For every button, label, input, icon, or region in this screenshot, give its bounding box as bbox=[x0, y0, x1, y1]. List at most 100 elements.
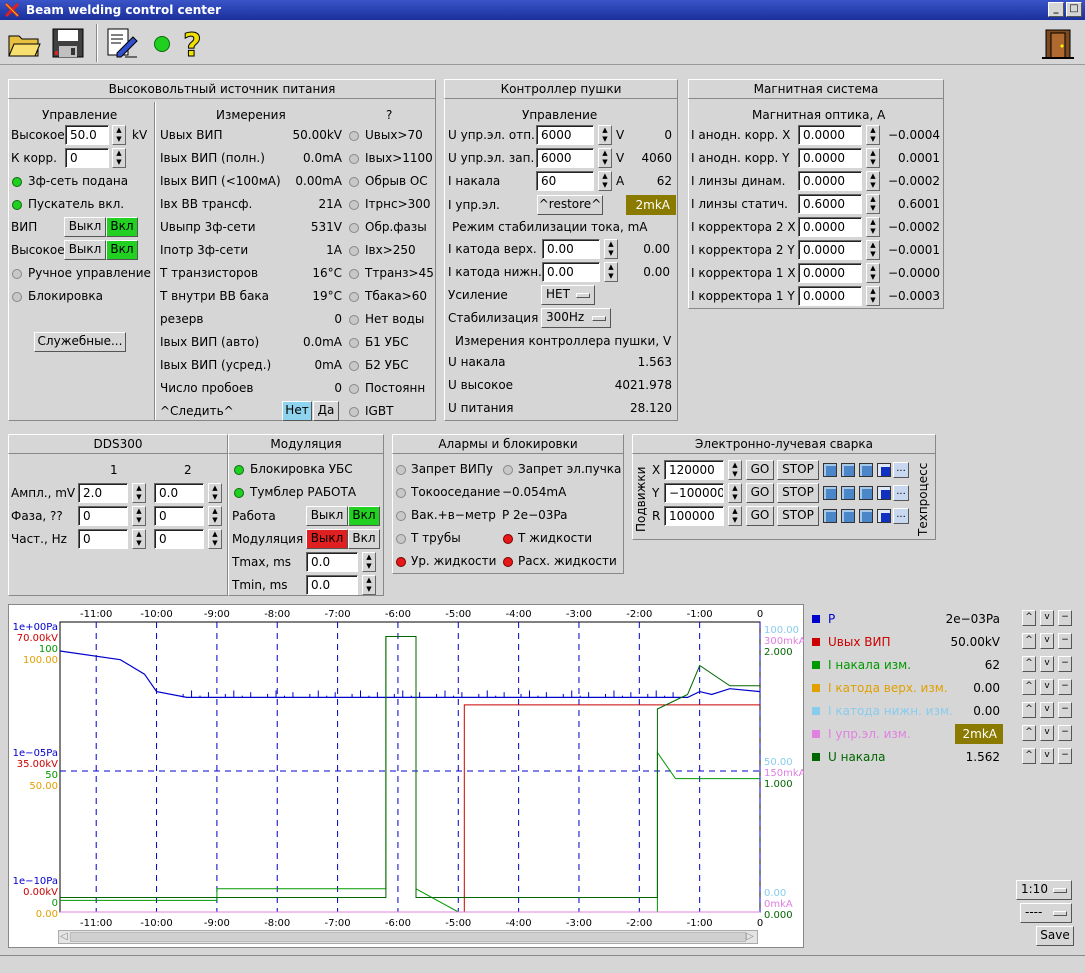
ebw-axis-input[interactable]: 120000 bbox=[664, 460, 724, 480]
ebw-step-button[interactable] bbox=[823, 463, 837, 477]
ebw-step-button[interactable] bbox=[823, 509, 837, 523]
hv-high-input[interactable]: 50.0 bbox=[65, 125, 109, 145]
open-folder-icon[interactable] bbox=[6, 25, 42, 61]
plot-scroll-thumb[interactable] bbox=[70, 932, 746, 942]
ebw-stop-button[interactable]: STOP bbox=[777, 460, 819, 480]
ebw-axis-input[interactable]: 100000 bbox=[664, 506, 724, 526]
ebw-go-button[interactable]: GO bbox=[746, 506, 774, 526]
ebw-step-button[interactable] bbox=[841, 463, 855, 477]
minimize-button[interactable]: _ bbox=[1048, 2, 1064, 17]
ebw-step-button[interactable] bbox=[859, 463, 873, 477]
help-question-icon[interactable]: ? bbox=[176, 25, 212, 61]
save-disk-icon[interactable] bbox=[50, 25, 86, 61]
stab-row-spinner[interactable]: ▲ ▼ bbox=[604, 262, 618, 282]
legend-down-button[interactable]: v bbox=[1040, 679, 1054, 695]
mag-row-input[interactable]: 0.0000 bbox=[798, 148, 862, 168]
ebw-more-button[interactable]: ... bbox=[893, 508, 909, 524]
tmax-spinner[interactable]: ▲ ▼ bbox=[362, 552, 376, 572]
gun-row-spinner[interactable]: ▲ ▼ bbox=[598, 125, 612, 145]
hv-high-spinner[interactable]: ▲ ▼ bbox=[112, 125, 126, 145]
mag-row-input[interactable]: 0.0000 bbox=[798, 240, 862, 260]
stabil-dropdown[interactable]: 300Hz bbox=[541, 308, 611, 328]
ebw-step-button[interactable] bbox=[823, 486, 837, 500]
stab-row-input[interactable]: 0.00 bbox=[542, 239, 600, 259]
legend-up-button[interactable]: ^ bbox=[1022, 725, 1036, 741]
high-off-button[interactable]: Выкл bbox=[64, 240, 106, 260]
legend-up-button[interactable]: ^ bbox=[1022, 610, 1036, 626]
mag-row-input[interactable]: 0.6000 bbox=[798, 194, 862, 214]
high-on-button[interactable]: Вкл bbox=[106, 240, 138, 260]
legend-remove-button[interactable]: − bbox=[1058, 702, 1072, 718]
legend-remove-button[interactable]: − bbox=[1058, 633, 1072, 649]
legend-down-button[interactable]: v bbox=[1040, 633, 1054, 649]
dds-row-spinner2[interactable]: ▲ ▼ bbox=[208, 529, 222, 549]
gun-row-spinner[interactable]: ▲ ▼ bbox=[598, 148, 612, 168]
vip-off-button[interactable]: Выкл bbox=[64, 217, 106, 237]
legend-up-button[interactable]: ^ bbox=[1022, 633, 1036, 649]
exit-door-icon[interactable] bbox=[1040, 25, 1076, 61]
legend-up-button[interactable]: ^ bbox=[1022, 679, 1036, 695]
restore-button[interactable]: ^restore^ bbox=[537, 195, 603, 215]
legend-up-button[interactable]: ^ bbox=[1022, 702, 1036, 718]
gun-row-input[interactable]: 6000 bbox=[536, 125, 594, 145]
hv-kcorr-input[interactable]: 0 bbox=[65, 148, 109, 168]
ebw-axis-spinner[interactable]: ▲ ▼ bbox=[728, 506, 742, 526]
mag-row-input[interactable]: 0.0000 bbox=[798, 125, 862, 145]
mag-row-spinner[interactable]: ▲ ▼ bbox=[866, 240, 880, 260]
legend-down-button[interactable]: v bbox=[1040, 610, 1054, 626]
ebw-more-button[interactable]: ... bbox=[893, 462, 909, 478]
dds-row-input1[interactable]: 0 bbox=[78, 506, 128, 526]
legend-down-button[interactable]: v bbox=[1040, 748, 1054, 764]
ebw-axis-input[interactable]: −100000 bbox=[664, 483, 724, 503]
ebw-step-button[interactable] bbox=[877, 509, 891, 523]
mag-row-spinner[interactable]: ▲ ▼ bbox=[866, 263, 880, 283]
tmin-spinner[interactable]: ▲ ▼ bbox=[362, 575, 376, 595]
dds-row-spinner1[interactable]: ▲ ▼ bbox=[132, 506, 146, 526]
ebw-step-button[interactable] bbox=[841, 486, 855, 500]
legend-remove-button[interactable]: − bbox=[1058, 656, 1072, 672]
legend-down-button[interactable]: v bbox=[1040, 725, 1054, 741]
gun-row-input[interactable]: 6000 bbox=[536, 148, 594, 168]
block-led[interactable] bbox=[12, 292, 22, 302]
gain-dropdown[interactable]: НЕТ bbox=[541, 285, 595, 305]
legend-up-button[interactable]: ^ bbox=[1022, 748, 1036, 764]
tmax-input[interactable]: 0.0 bbox=[306, 552, 358, 572]
save-plot-button[interactable]: Save bbox=[1036, 926, 1074, 946]
scroll-right-icon[interactable]: ▷ bbox=[746, 929, 754, 945]
dds-row-input2[interactable]: 0.0 bbox=[154, 483, 204, 503]
edit-document-icon[interactable] bbox=[104, 25, 140, 61]
ebw-step-button[interactable] bbox=[841, 509, 855, 523]
mag-row-input[interactable]: 0.0000 bbox=[798, 263, 862, 283]
scale-dropdown[interactable]: 1:10 bbox=[1016, 880, 1072, 900]
mag-row-spinner[interactable]: ▲ ▼ bbox=[866, 148, 880, 168]
legend-down-button[interactable]: v bbox=[1040, 702, 1054, 718]
mag-row-spinner[interactable]: ▲ ▼ bbox=[866, 217, 880, 237]
mag-row-spinner[interactable]: ▲ ▼ bbox=[866, 125, 880, 145]
ebw-go-button[interactable]: GO bbox=[746, 460, 774, 480]
legend-remove-button[interactable]: − bbox=[1058, 610, 1072, 626]
ebw-step-button[interactable] bbox=[877, 486, 891, 500]
legend-remove-button[interactable]: − bbox=[1058, 725, 1072, 741]
mode-dropdown[interactable]: ---- bbox=[1020, 903, 1072, 923]
ebw-go-button[interactable]: GO bbox=[746, 483, 774, 503]
dds-row-spinner2[interactable]: ▲ ▼ bbox=[208, 506, 222, 526]
service-button[interactable]: Служебные... bbox=[34, 332, 126, 352]
modul-on-button[interactable]: Вкл bbox=[348, 529, 380, 549]
maximize-button[interactable]: □ bbox=[1066, 2, 1082, 17]
legend-up-button[interactable]: ^ bbox=[1022, 656, 1036, 672]
mag-row-input[interactable]: 0.0000 bbox=[798, 217, 862, 237]
tmin-input[interactable]: 0.0 bbox=[306, 575, 358, 595]
mag-row-input[interactable]: 0.0000 bbox=[798, 171, 862, 191]
work-on-button[interactable]: Вкл bbox=[348, 506, 380, 526]
dds-row-spinner1[interactable]: ▲ ▼ bbox=[132, 529, 146, 549]
ebw-step-button[interactable] bbox=[859, 486, 873, 500]
mag-row-spinner[interactable]: ▲ ▼ bbox=[866, 286, 880, 306]
scroll-left-icon[interactable]: ◁ bbox=[60, 929, 68, 945]
ebw-stop-button[interactable]: STOP bbox=[777, 483, 819, 503]
ebw-axis-spinner[interactable]: ▲ ▼ bbox=[728, 483, 742, 503]
mag-row-input[interactable]: 0.0000 bbox=[798, 286, 862, 306]
ebw-step-button[interactable] bbox=[877, 463, 891, 477]
vip-on-button[interactable]: Вкл bbox=[106, 217, 138, 237]
legend-remove-button[interactable]: − bbox=[1058, 679, 1072, 695]
dds-row-spinner2[interactable]: ▲ ▼ bbox=[208, 483, 222, 503]
